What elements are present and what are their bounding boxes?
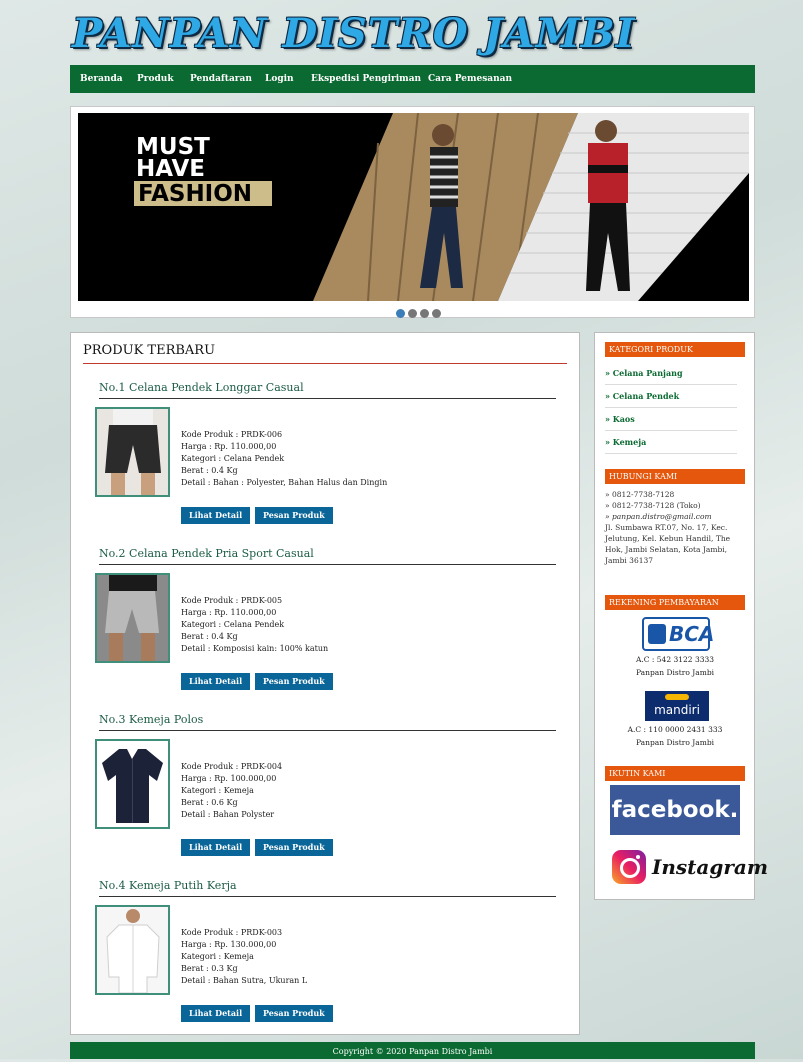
- category-celana-panjang[interactable]: » Celana Panjang: [605, 362, 737, 385]
- facebook-button[interactable]: facebook.: [610, 785, 740, 835]
- slider-dots: [396, 303, 444, 322]
- product-code: Kode Produk : PRDK-003: [181, 928, 283, 937]
- contact-phone-store: » 0812-7738-7128 (Toko): [605, 501, 701, 510]
- category-celana-pendek[interactable]: » Celana Pendek: [605, 385, 737, 408]
- product-code: Kode Produk : PRDK-004: [181, 762, 283, 771]
- view-detail-button[interactable]: Lihat Detail: [181, 673, 251, 690]
- contact-email[interactable]: » panpan.distro@gmail.com: [605, 511, 747, 522]
- instagram-button[interactable]: Instagram: [610, 848, 768, 892]
- product-detail: Detail : Bahan Polyster: [181, 810, 275, 819]
- banner-line-fashion: FASHION: [138, 181, 253, 207]
- product-title[interactable]: No.2 Celana Pendek Pria Sport Casual: [99, 547, 556, 565]
- shirt-photo: [97, 907, 168, 993]
- slider-dot-2[interactable]: [408, 309, 417, 318]
- product-category: Kategori : Celana Pendek: [181, 620, 285, 629]
- order-product-button[interactable]: Pesan Produk: [255, 1005, 333, 1022]
- shorts-photo: [97, 575, 168, 661]
- product-info: Kode Produk : PRDK-006 Harga : Rp. 110.0…: [181, 429, 561, 489]
- product-price: Harga : Rp. 100.000,00: [181, 774, 277, 783]
- category-kaos[interactable]: » Kaos: [605, 408, 737, 431]
- product-price: Harga : Rp. 130.000,00: [181, 940, 277, 949]
- product-image[interactable]: [95, 739, 170, 829]
- product-category: Kategori : Kemeja: [181, 786, 254, 795]
- product-category: Kategori : Celana Pendek: [181, 454, 285, 463]
- nav-pendaftaran[interactable]: Pendaftaran: [190, 65, 252, 93]
- view-detail-button[interactable]: Lihat Detail: [181, 507, 251, 524]
- product-weight: Berat : 0.4 Kg: [181, 632, 238, 641]
- section-title: PRODUK TERBARU: [83, 343, 567, 364]
- contact-heading: HUBUNGI KAMI: [605, 469, 745, 484]
- nav-produk[interactable]: Produk: [137, 65, 174, 93]
- facebook-label: facebook.: [611, 797, 739, 823]
- contact-info: » 0812-7738-7128 » 0812-7738-7128 (Toko)…: [605, 489, 747, 566]
- main-content: PRODUK TERBARU No.1 Celana Pendek Longga…: [70, 332, 580, 1035]
- product-weight: Berat : 0.6 Kg: [181, 798, 238, 807]
- category-heading: KATEGORI PRODUK: [605, 342, 745, 357]
- site-logo[interactable]: PANPAN DISTRO JAMBI: [72, 10, 634, 58]
- hero-slider: MUST HAVE FASHION: [70, 106, 755, 318]
- product-weight: Berat : 0.4 Kg: [181, 466, 238, 475]
- follow-heading: IKUTIN KAMI: [605, 766, 745, 781]
- footer: Copyright © 2020 Panpan Distro Jambi: [70, 1042, 755, 1059]
- order-product-button[interactable]: Pesan Produk: [255, 507, 333, 524]
- banner-line-must: MUST: [136, 134, 210, 160]
- mandiri-account-name: Panpan Distro Jambi: [635, 738, 715, 747]
- contact-phone: » 0812-7738-7128: [605, 490, 675, 499]
- product-price: Harga : Rp. 110.000,00: [181, 442, 277, 451]
- product-title[interactable]: No.1 Celana Pendek Longgar Casual: [99, 381, 556, 399]
- product-price: Harga : Rp. 110.000,00: [181, 608, 277, 617]
- product-image[interactable]: [95, 407, 170, 497]
- slider-dot-1[interactable]: [396, 309, 405, 318]
- product-image[interactable]: [95, 905, 170, 995]
- mandiri-account: A.C : 110 0000 2431 333: [627, 725, 723, 734]
- nav-login[interactable]: Login: [265, 65, 294, 93]
- shirt-photo: [97, 741, 168, 827]
- bca-account-name: Panpan Distro Jambi: [635, 668, 715, 677]
- contact-address: Jl. Sumbawa RT.07, No. 17, Kec. Jelutung…: [605, 523, 731, 565]
- product-detail: Detail : Komposisi kain: 100% katun: [181, 644, 329, 653]
- slider-dot-4[interactable]: [432, 309, 441, 318]
- view-detail-button[interactable]: Lihat Detail: [181, 1005, 251, 1022]
- mandiri-logo-text: mandiri: [654, 703, 700, 717]
- product-image[interactable]: [95, 573, 170, 663]
- product-title[interactable]: No.3 Kemeja Polos: [99, 713, 556, 731]
- bca-account: A.C : 542 3122 3333: [635, 655, 715, 664]
- bca-logo: BCA: [642, 617, 714, 651]
- shorts-photo: [97, 409, 168, 495]
- hero-banner[interactable]: MUST HAVE FASHION: [78, 113, 749, 301]
- main-navbar: Beranda Produk Pendaftaran Login Ekspedi…: [70, 65, 755, 93]
- product-code: Kode Produk : PRDK-006: [181, 430, 283, 439]
- nav-beranda[interactable]: Beranda: [80, 65, 123, 93]
- order-product-button[interactable]: Pesan Produk: [255, 673, 333, 690]
- product-detail: Detail : Bahan Sutra, Ukuran L: [181, 976, 308, 985]
- nav-ekspedisi[interactable]: Ekspedisi Pengiriman: [311, 65, 421, 93]
- product-weight: Berat : 0.3 Kg: [181, 964, 238, 973]
- product-code: Kode Produk : PRDK-005: [181, 596, 283, 605]
- product-info: Kode Produk : PRDK-003 Harga : Rp. 130.0…: [181, 927, 561, 987]
- product-detail: Detail : Bahan : Polyester, Bahan Halus …: [181, 478, 388, 487]
- product-info: Kode Produk : PRDK-004 Harga : Rp. 100.0…: [181, 761, 561, 821]
- banner-line-have: HAVE: [136, 156, 205, 182]
- product-category: Kategori : Kemeja: [181, 952, 254, 961]
- bank-heading: REKENING PEMBAYARAN: [605, 595, 745, 610]
- instagram-label: Instagram: [652, 855, 768, 879]
- slider-dot-3[interactable]: [420, 309, 429, 318]
- product-title[interactable]: No.4 Kemeja Putih Kerja: [99, 879, 556, 897]
- order-product-button[interactable]: Pesan Produk: [255, 839, 333, 856]
- sidebar: KATEGORI PRODUK » Celana Panjang » Celan…: [594, 332, 768, 900]
- mandiri-logo: mandiri: [645, 691, 709, 721]
- category-kemeja[interactable]: » Kemeja: [605, 431, 737, 454]
- product-info: Kode Produk : PRDK-005 Harga : Rp. 110.0…: [181, 595, 561, 655]
- view-detail-button[interactable]: Lihat Detail: [181, 839, 251, 856]
- bca-logo-text: BCA: [669, 622, 715, 646]
- instagram-icon: [612, 850, 646, 884]
- nav-cara-pemesanan[interactable]: Cara Pemesanan: [428, 65, 512, 93]
